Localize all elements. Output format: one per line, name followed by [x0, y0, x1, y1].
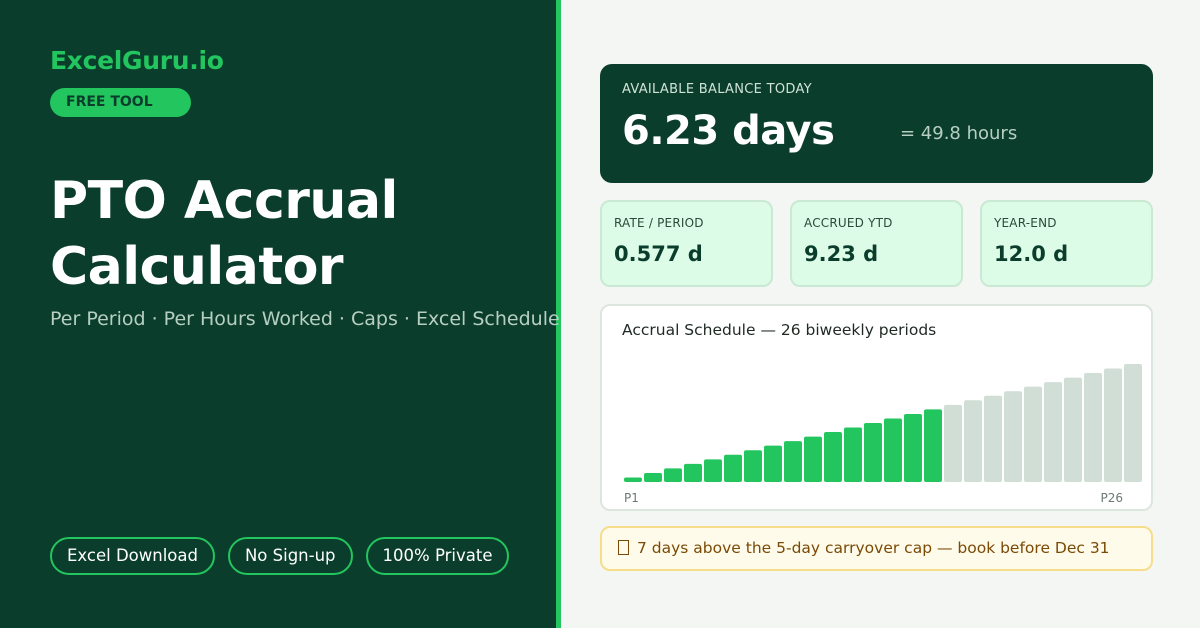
free-tool-badge: FREE TOOL: [50, 88, 191, 117]
pill-excel-download[interactable]: Excel Download: [50, 537, 215, 575]
bar-p24: [1084, 373, 1102, 482]
accrual-bar-chart: [624, 364, 1142, 482]
stat-yearend-label: YEAR-END: [994, 216, 1057, 230]
bar-p1: [624, 477, 642, 482]
bar-p7: [744, 450, 762, 482]
pill-no-signup: No Sign-up: [227, 537, 353, 575]
stat-accrued-value: 9.23 d: [804, 242, 879, 266]
page-title: PTO Accrual Calculator: [50, 168, 530, 300]
bar-p22: [1044, 382, 1062, 482]
bar-p21: [1024, 386, 1042, 482]
bar-p9: [784, 441, 802, 482]
x-axis-last-label: P26: [1100, 491, 1123, 505]
feature-pills: Excel Download No Sign-up 100% Private: [50, 537, 510, 575]
bar-p11: [824, 432, 842, 482]
bar-p14: [884, 418, 902, 482]
bar-p19: [984, 395, 1002, 482]
bar-p23: [1064, 377, 1082, 482]
bar-p26: [1124, 364, 1142, 482]
stat-yearend-card: YEAR-END 12.0 d: [980, 200, 1153, 287]
stat-rate-label: RATE / PERIOD: [614, 216, 704, 230]
stat-yearend-value: 12.0 d: [994, 242, 1069, 266]
bar-p5: [704, 459, 722, 482]
bar-p16: [924, 409, 942, 482]
balance-value: 6.23 days: [622, 108, 835, 154]
bar-p15: [904, 413, 922, 482]
page-subtitle: Per Period · Per Hours Worked · Caps · E…: [50, 308, 560, 330]
bar-p10: [804, 436, 822, 482]
x-axis-first-label: P1: [624, 491, 639, 505]
balance-label: AVAILABLE BALANCE TODAY: [622, 82, 812, 97]
bar-p25: [1104, 368, 1122, 482]
title-line-1: PTO Accrual: [50, 171, 398, 231]
carryover-alert: 7 days above the 5-day carryover cap — b…: [600, 526, 1153, 571]
accrual-chart-card: Accrual Schedule — 26 biweekly periods P…: [600, 304, 1153, 511]
balance-hours: = 49.8 hours: [900, 123, 1018, 144]
stat-accrued-label: ACCRUED YTD: [804, 216, 893, 230]
alert-text: 7 days above the 5-day carryover cap — b…: [637, 539, 1110, 557]
balance-card: AVAILABLE BALANCE TODAY 6.23 days = 49.8…: [600, 64, 1153, 183]
stat-rate-card: RATE / PERIOD 0.577 d: [600, 200, 773, 287]
bar-p4: [684, 463, 702, 482]
bar-p6: [724, 454, 742, 482]
stat-rate-value: 0.577 d: [614, 242, 703, 266]
warning-icon: [618, 540, 629, 555]
bar-p17: [944, 404, 962, 482]
title-line-2: Calculator: [50, 237, 344, 297]
pill-private: 100% Private: [365, 537, 510, 575]
bar-p13: [864, 423, 882, 482]
bar-p20: [1004, 391, 1022, 482]
bar-p2: [644, 472, 662, 482]
bar-p18: [964, 400, 982, 482]
bar-p3: [664, 468, 682, 482]
brand-logo[interactable]: ExcelGuru.io: [50, 46, 224, 75]
bar-p12: [844, 427, 862, 482]
bar-p8: [764, 445, 782, 482]
stat-accrued-card: ACCRUED YTD 9.23 d: [790, 200, 963, 287]
